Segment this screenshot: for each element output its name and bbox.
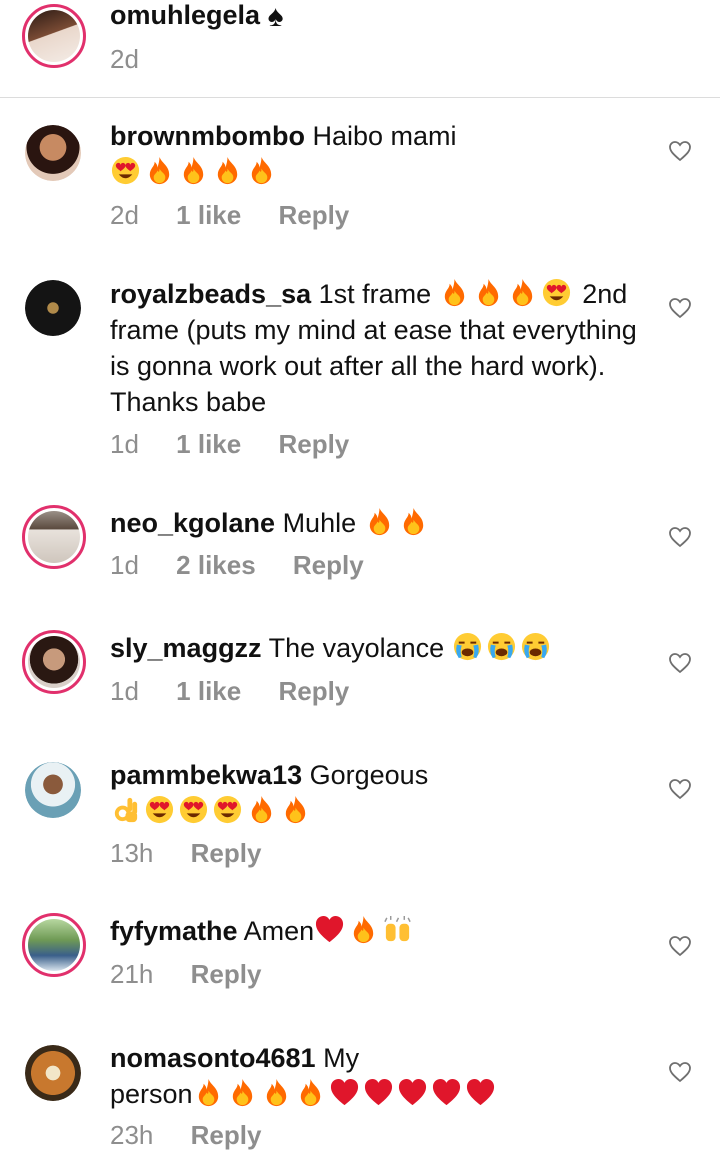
fire-emoji-icon [227, 1077, 258, 1108]
like-heart-icon[interactable] [668, 935, 692, 957]
fire-emoji-icon [439, 277, 470, 308]
spade-icon: ♠ [267, 0, 284, 33]
reply-button[interactable]: Reply [191, 838, 262, 869]
comment-username[interactable]: sly_maggzz [110, 633, 262, 663]
comment-time: 13h [110, 838, 154, 868]
reply-button[interactable]: Reply [278, 200, 349, 231]
comment-likes[interactable]: 1 like [176, 429, 241, 460]
avatar[interactable] [25, 762, 81, 818]
comment-username[interactable]: pammbekwa13 [110, 760, 302, 790]
reply-button[interactable]: Reply [278, 676, 349, 707]
caption-avatar[interactable] [22, 4, 86, 68]
comment-likes[interactable]: 1 like [176, 676, 241, 707]
heart-eyes-emoji-icon [541, 277, 572, 308]
crying-emoji-icon [452, 631, 483, 662]
caption-username[interactable]: omuhlegela [110, 0, 260, 30]
fire-emoji-icon [507, 277, 538, 308]
fire-emoji-icon [398, 506, 429, 537]
crying-emoji-icon [486, 631, 517, 662]
reply-button[interactable]: Reply [191, 1120, 262, 1151]
reply-button[interactable]: Reply [293, 550, 364, 581]
comment-time: 1d [110, 676, 139, 706]
fire-emoji-icon [193, 1077, 224, 1108]
fire-emoji-icon [246, 794, 277, 825]
heart-eyes-emoji-icon [110, 155, 141, 186]
raised-hands-emoji-icon [382, 914, 413, 945]
divider [0, 97, 720, 98]
comment-text: The vayolance [268, 633, 445, 663]
post-caption: omuhlegela ♠ 2d [0, 0, 720, 97]
avatar[interactable] [25, 1045, 81, 1101]
red-heart-emoji-icon [314, 914, 345, 945]
comment-text: Amen [243, 916, 315, 946]
comment-text: 1st frame [318, 279, 432, 309]
red-heart-emoji-icon [397, 1077, 428, 1108]
comment-time: 21h [110, 959, 154, 989]
caption-time: 2d [110, 44, 139, 74]
comment-text: My [323, 1043, 360, 1073]
red-heart-emoji-icon [431, 1077, 462, 1108]
avatar[interactable] [22, 630, 86, 694]
comment-text: Muhle [282, 508, 357, 538]
fire-emoji-icon [246, 155, 277, 186]
heart-eyes-emoji-icon [212, 794, 243, 825]
reply-button[interactable]: Reply [278, 429, 349, 460]
fire-emoji-icon [348, 914, 379, 945]
comment-text-continued: person [110, 1079, 193, 1109]
fire-emoji-icon [261, 1077, 292, 1108]
like-heart-icon[interactable] [668, 297, 692, 319]
fire-emoji-icon [473, 277, 504, 308]
comment-time: 1d [110, 550, 139, 580]
fire-emoji-icon [144, 155, 175, 186]
comment-time: 23h [110, 1120, 154, 1150]
avatar[interactable] [25, 280, 81, 336]
heart-eyes-emoji-icon [144, 794, 175, 825]
comment-username[interactable]: royalzbeads_sa [110, 279, 311, 309]
comment-time: 2d [110, 200, 139, 230]
comment-likes[interactable]: 1 like [176, 200, 241, 231]
fire-emoji-icon [295, 1077, 326, 1108]
like-heart-icon[interactable] [668, 778, 692, 800]
comment-username[interactable]: neo_kgolane [110, 508, 275, 538]
avatar[interactable] [22, 913, 86, 977]
fire-emoji-icon [178, 155, 209, 186]
comment-likes[interactable]: 2 likes [176, 550, 256, 581]
avatar[interactable] [25, 125, 81, 181]
comment-username[interactable]: nomasonto4681 [110, 1043, 316, 1073]
like-heart-icon[interactable] [668, 526, 692, 548]
heart-eyes-emoji-icon [178, 794, 209, 825]
fire-emoji-icon [212, 155, 243, 186]
like-heart-icon[interactable] [668, 140, 692, 162]
comment-text: Gorgeous [309, 760, 429, 790]
reply-button[interactable]: Reply [191, 959, 262, 990]
fire-emoji-icon [364, 506, 395, 537]
red-heart-emoji-icon [465, 1077, 496, 1108]
comment-username[interactable]: fyfymathe [110, 916, 238, 946]
comment-username[interactable]: brownmbombo [110, 121, 305, 151]
fire-emoji-icon [280, 794, 311, 825]
ok-hand-emoji-icon [110, 794, 141, 825]
like-heart-icon[interactable] [668, 1061, 692, 1083]
like-heart-icon[interactable] [668, 652, 692, 674]
red-heart-emoji-icon [329, 1077, 360, 1108]
emoji-row [110, 796, 314, 826]
comment-time: 1d [110, 429, 139, 459]
crying-emoji-icon [520, 631, 551, 662]
avatar[interactable] [22, 505, 86, 569]
emoji-row [110, 157, 280, 187]
red-heart-emoji-icon [363, 1077, 394, 1108]
comment-text: Haibo mami [312, 121, 457, 151]
